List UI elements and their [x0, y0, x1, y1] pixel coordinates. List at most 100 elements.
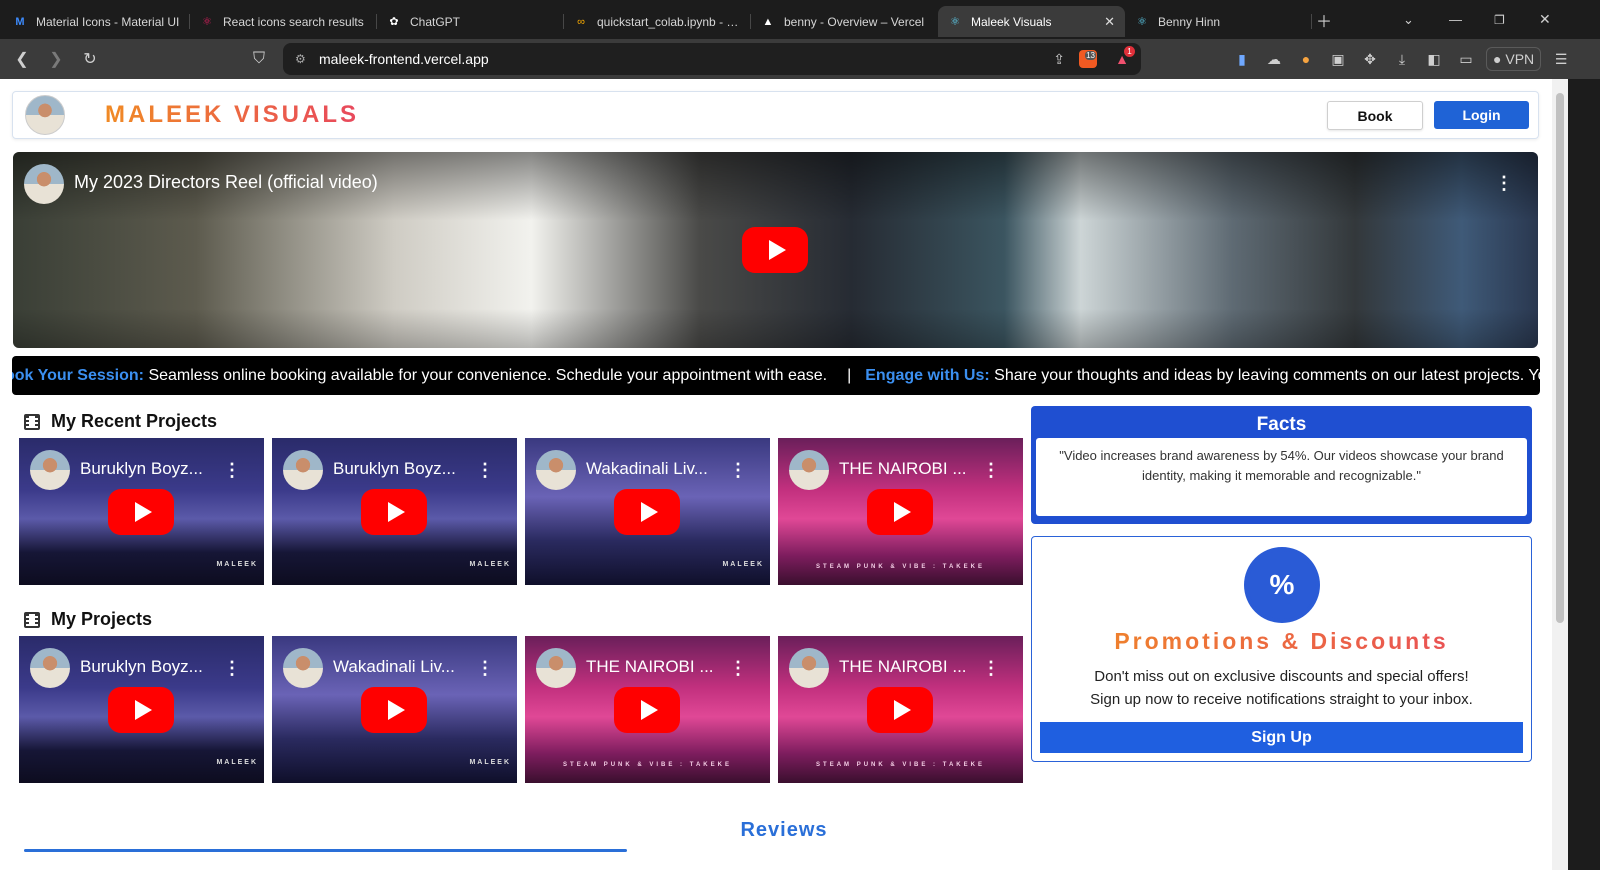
brave-badge: 13	[1085, 51, 1096, 60]
video-watermark: MALEEK	[469, 759, 511, 766]
video-title[interactable]: Wakadinali Liv...	[333, 657, 455, 677]
extension-screen-icon[interactable]: ▣	[1322, 51, 1354, 68]
video-title[interactable]: THE NAIROBI ...	[586, 657, 714, 677]
video-thumbnail[interactable]: Wakadinali Liv... ⋮ MALEEK	[525, 438, 770, 585]
hero-video[interactable]: My 2023 Directors Reel (official video) …	[13, 152, 1538, 348]
more-vert-icon[interactable]: ⋮	[982, 659, 1000, 677]
marquee-track: ook Your Session: Seamless online bookin…	[12, 367, 1540, 385]
video-watermark: STEAM PUNK & VIBE : TAKEKE	[563, 762, 732, 768]
channel-avatar[interactable]	[24, 164, 64, 204]
extension-cloud-icon[interactable]: ☁	[1258, 51, 1290, 68]
more-vert-icon[interactable]: ⋮	[223, 659, 241, 677]
chatgpt-icon: ✿	[389, 16, 399, 28]
more-vert-icon[interactable]: ⋮	[476, 659, 494, 677]
colab-icon: ∞	[577, 15, 585, 28]
tab-5[interactable]: ▲ benny - Overview – Vercel	[751, 6, 938, 37]
play-button-icon[interactable]	[614, 687, 680, 733]
video-watermark: STEAM PUNK & VIBE : TAKEKE	[816, 564, 985, 570]
avatar[interactable]	[25, 95, 65, 135]
channel-avatar[interactable]	[536, 648, 576, 688]
channel-avatar[interactable]	[536, 450, 576, 490]
sign-up-button[interactable]: Sign Up	[1040, 722, 1523, 753]
channel-avatar[interactable]	[283, 450, 323, 490]
more-vert-icon[interactable]: ⋮	[729, 659, 747, 677]
share-icon[interactable]: ⇪	[1053, 51, 1065, 68]
more-vert-icon[interactable]: ⋮	[982, 461, 1000, 479]
more-vert-icon[interactable]: ⋮	[223, 461, 241, 479]
video-title[interactable]: THE NAIROBI ...	[839, 657, 967, 677]
hero-video-title[interactable]: My 2023 Directors Reel (official video)	[74, 172, 378, 193]
tab-3[interactable]: ✿ ChatGPT	[377, 6, 564, 37]
restore-icon[interactable]: ❐	[1494, 0, 1505, 39]
tab-2[interactable]: ⚛ React icons search results	[190, 6, 377, 37]
video-thumbnail[interactable]: Buruklyn Boyz... ⋮ MALEEK	[19, 438, 264, 585]
tab-title: Maleek Visuals	[971, 14, 1052, 29]
video-title[interactable]: Wakadinali Liv...	[586, 459, 708, 479]
channel-avatar[interactable]	[30, 648, 70, 688]
video-thumbnail[interactable]: THE NAIROBI ... ⋮ STEAM PUNK & VIBE : TAKE…	[525, 636, 770, 783]
page-scrollbar[interactable]	[1552, 79, 1568, 870]
play-button-icon[interactable]	[361, 489, 427, 535]
brave-rewards-icon[interactable]: ▲ 1	[1113, 46, 1135, 68]
extension-fire-icon[interactable]: ●	[1290, 51, 1322, 67]
tab-search-icon[interactable]: ⌄	[1403, 0, 1414, 39]
close-tab-icon[interactable]: ✕	[1104, 14, 1115, 30]
play-button-icon[interactable]	[867, 489, 933, 535]
play-button-icon[interactable]	[867, 687, 933, 733]
video-thumbnail[interactable]: THE NAIROBI ... ⋮ STEAM PUNK & VIBE : TAKE…	[778, 636, 1023, 783]
back-icon[interactable]: ❮	[5, 49, 39, 69]
scrollbar-thumb[interactable]	[1556, 93, 1564, 623]
tab-6[interactable]: ⚛ Maleek Visuals ✕	[938, 6, 1125, 37]
reload-icon[interactable]: ↻	[73, 49, 107, 69]
video-title[interactable]: Buruklyn Boyz...	[80, 657, 203, 677]
brand-title[interactable]: MALEEK VISUALS	[105, 101, 359, 129]
browser-side-strip	[1568, 79, 1600, 870]
close-window-icon[interactable]: ✕	[1539, 0, 1551, 39]
site-info-icon[interactable]: ⚙	[295, 52, 309, 66]
new-tab-button[interactable]: ＋	[1316, 0, 1332, 39]
tab-1[interactable]: M Material Icons - Material UI	[3, 6, 190, 37]
video-title[interactable]: Buruklyn Boyz...	[80, 459, 203, 479]
more-vert-icon[interactable]: ⋮	[476, 461, 494, 479]
tab-7[interactable]: ⚛ Benny Hinn	[1125, 6, 1312, 37]
play-button-icon[interactable]	[742, 227, 808, 273]
play-button-icon[interactable]	[361, 687, 427, 733]
channel-avatar[interactable]	[30, 450, 70, 490]
promotions-line-1: Don't miss out on exclusive discounts an…	[1094, 668, 1469, 685]
video-thumbnail[interactable]: Buruklyn Boyz... ⋮ MALEEK	[272, 438, 517, 585]
video-thumbnail[interactable]: Buruklyn Boyz... ⋮ MALEEK	[19, 636, 264, 783]
play-button-icon[interactable]	[108, 687, 174, 733]
sidebar-icon[interactable]: ◧	[1418, 51, 1450, 68]
login-button[interactable]: Login	[1434, 101, 1529, 129]
extensions-area: ▮ ☁ ● ▣ ✥ ⤓ ◧ ▭ ● VPN ☰	[1226, 39, 1577, 79]
channel-avatar[interactable]	[283, 648, 323, 688]
video-thumbnail[interactable]: THE NAIROBI ... ⋮ STEAM PUNK & VIBE : TAKE…	[778, 438, 1023, 585]
forward-icon[interactable]: ❯	[39, 49, 73, 69]
downloads-icon[interactable]: ⤓	[1386, 51, 1418, 68]
play-button-icon[interactable]	[614, 489, 680, 535]
minimize-icon[interactable]: —	[1449, 0, 1462, 39]
menu-icon[interactable]: ☰	[1545, 51, 1577, 68]
movie-icon	[24, 413, 40, 430]
video-title[interactable]: Buruklyn Boyz...	[333, 459, 456, 479]
play-button-icon[interactable]	[108, 489, 174, 535]
tab-title: Benny Hinn	[1158, 14, 1221, 29]
tab-4[interactable]: ∞ quickstart_colab.ipynb - Co	[564, 6, 751, 37]
video-title[interactable]: THE NAIROBI ...	[839, 459, 967, 479]
browser-toolbar: ❮ ❯ ↻ ⛉ ⚙ maleek-frontend.vercel.app ⇪ 1…	[0, 39, 1600, 79]
address-bar[interactable]: ⚙ maleek-frontend.vercel.app ⇪ 13 ▲ 1	[283, 43, 1141, 75]
bookmark-icon[interactable]: ⛉	[242, 50, 276, 68]
video-thumbnail[interactable]: Wakadinali Liv... ⋮ MALEEK	[272, 636, 517, 783]
channel-avatar[interactable]	[789, 450, 829, 490]
more-vert-icon[interactable]: ⋮	[1495, 174, 1513, 192]
vpn-button[interactable]: ● VPN	[1486, 47, 1542, 71]
wallet-icon[interactable]: ▭	[1450, 51, 1482, 68]
extensions-puzzle-icon[interactable]: ✥	[1354, 51, 1386, 68]
brave-shields-icon[interactable]: 13	[1079, 50, 1097, 68]
channel-avatar[interactable]	[789, 648, 829, 688]
tab-title: Material Icons - Material UI	[36, 14, 180, 29]
extension-docs-icon[interactable]: ▮	[1226, 51, 1258, 68]
tab-title: React icons search results	[223, 14, 364, 29]
more-vert-icon[interactable]: ⋮	[729, 461, 747, 479]
book-button[interactable]: Book	[1327, 101, 1423, 130]
